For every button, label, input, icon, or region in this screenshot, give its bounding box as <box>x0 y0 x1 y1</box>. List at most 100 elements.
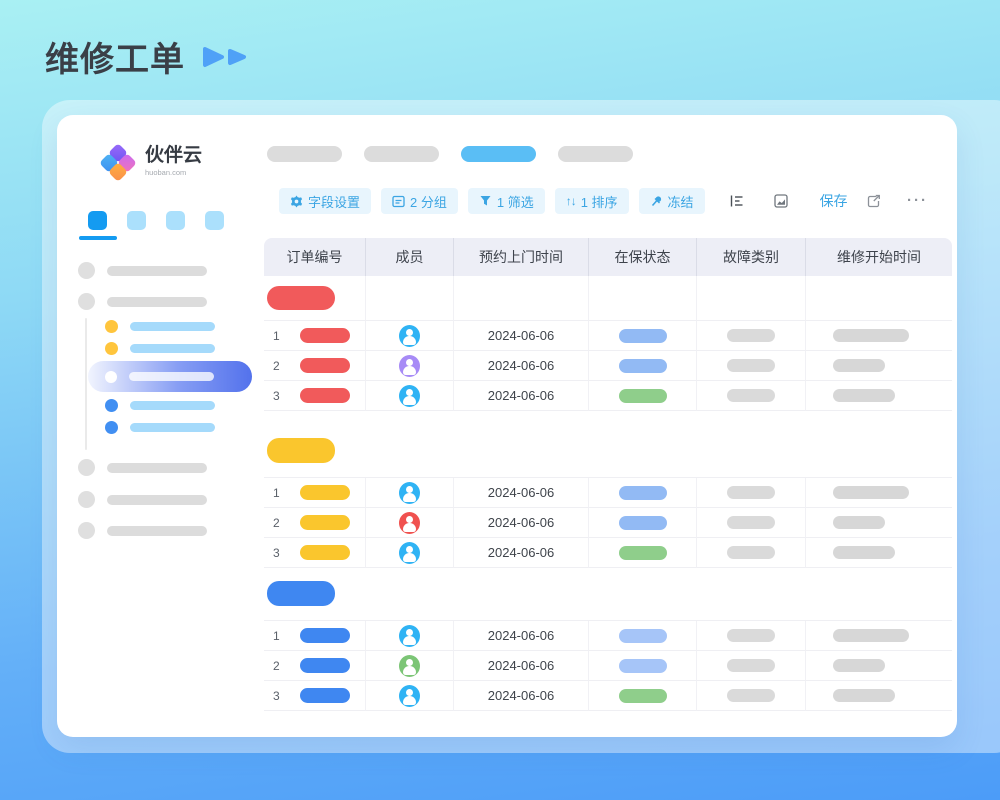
sidebar-tab[interactable] <box>127 211 146 230</box>
member-avatar-person-icon[interactable] <box>399 355 420 377</box>
order-pill[interactable] <box>300 545 350 560</box>
date-cell[interactable]: 2024-06-06 <box>454 538 589 568</box>
sidebar-tab[interactable] <box>166 211 185 230</box>
start-time-cell[interactable] <box>806 351 952 381</box>
date-cell[interactable]: 2024-06-06 <box>454 681 589 711</box>
member-cell[interactable] <box>366 651 454 681</box>
fault-cell[interactable] <box>697 478 806 508</box>
status-cell[interactable] <box>589 321 697 351</box>
column-header[interactable]: 在保状态 <box>589 238 697 276</box>
column-header[interactable]: 预约上门时间 <box>454 238 589 276</box>
status-cell[interactable] <box>589 538 697 568</box>
start-time-cell[interactable] <box>806 681 952 711</box>
fault-cell[interactable] <box>697 508 806 538</box>
member-cell[interactable] <box>366 478 454 508</box>
sidebar-tab-active[interactable] <box>88 211 107 230</box>
sidebar-list-item[interactable] <box>78 262 207 279</box>
order-pill[interactable] <box>300 658 350 673</box>
member-avatar-person-icon[interactable] <box>399 325 420 347</box>
date-cell[interactable]: 2024-06-06 <box>454 508 589 538</box>
order-cell[interactable]: 2 <box>264 351 366 381</box>
share-button[interactable] <box>864 194 883 209</box>
order-pill[interactable] <box>300 485 350 500</box>
chart-button[interactable] <box>772 194 790 208</box>
save-button[interactable]: 保存 <box>820 191 848 211</box>
start-time-cell[interactable] <box>806 381 952 411</box>
date-cell[interactable]: 2024-06-06 <box>454 351 589 381</box>
start-time-cell[interactable] <box>806 651 952 681</box>
filter-button[interactable]: 1 筛选 <box>468 188 545 214</box>
status-cell[interactable] <box>589 651 697 681</box>
order-pill[interactable] <box>300 515 350 530</box>
order-cell[interactable]: 3 <box>264 381 366 411</box>
order-cell[interactable]: 2 <box>264 508 366 538</box>
member-avatar-person-icon[interactable] <box>399 512 420 534</box>
column-header[interactable]: 维修开始时间 <box>806 238 952 276</box>
fault-cell[interactable] <box>697 351 806 381</box>
order-cell[interactable]: 1 <box>264 621 366 651</box>
view-tab-active[interactable] <box>461 146 536 162</box>
group-label-pill[interactable] <box>267 286 335 310</box>
tree-item-selected[interactable] <box>88 361 252 392</box>
member-cell[interactable] <box>366 681 454 711</box>
order-cell[interactable]: 2 <box>264 651 366 681</box>
column-header[interactable]: 订单编号 <box>264 238 366 276</box>
tree-item[interactable] <box>105 399 215 412</box>
start-time-cell[interactable] <box>806 621 952 651</box>
view-tab[interactable] <box>558 146 633 162</box>
member-cell[interactable] <box>366 321 454 351</box>
status-cell[interactable] <box>589 381 697 411</box>
member-cell[interactable] <box>366 351 454 381</box>
start-time-cell[interactable] <box>806 321 952 351</box>
date-cell[interactable]: 2024-06-06 <box>454 381 589 411</box>
member-cell[interactable] <box>366 508 454 538</box>
tree-item[interactable] <box>105 342 215 355</box>
member-cell[interactable] <box>366 381 454 411</box>
date-cell[interactable]: 2024-06-06 <box>454 478 589 508</box>
fault-cell[interactable] <box>697 681 806 711</box>
member-cell[interactable] <box>366 621 454 651</box>
sidebar-list-item[interactable] <box>78 293 207 310</box>
sidebar-list-item[interactable] <box>78 459 207 476</box>
status-cell[interactable] <box>589 621 697 651</box>
status-cell[interactable] <box>589 508 697 538</box>
fault-cell[interactable] <box>697 381 806 411</box>
order-cell[interactable]: 1 <box>264 321 366 351</box>
start-time-cell[interactable] <box>806 508 952 538</box>
order-pill[interactable] <box>300 358 350 373</box>
group-label-pill[interactable] <box>267 438 335 463</box>
member-avatar-person-icon[interactable] <box>399 482 420 504</box>
sidebar-list-item[interactable] <box>78 491 207 508</box>
member-avatar-person-icon[interactable] <box>399 542 420 564</box>
field-settings-button[interactable]: 字段设置 <box>279 188 371 214</box>
order-pill[interactable] <box>300 388 350 403</box>
group-button[interactable]: 2 分组 <box>381 188 458 214</box>
view-tab[interactable] <box>364 146 439 162</box>
status-cell[interactable] <box>589 478 697 508</box>
date-cell[interactable]: 2024-06-06 <box>454 651 589 681</box>
member-cell[interactable] <box>366 538 454 568</box>
order-pill[interactable] <box>300 328 350 343</box>
sidebar-tab[interactable] <box>205 211 224 230</box>
member-avatar-person-icon[interactable] <box>399 625 420 647</box>
fault-cell[interactable] <box>697 621 806 651</box>
order-cell[interactable]: 3 <box>264 538 366 568</box>
tree-item[interactable] <box>105 320 215 333</box>
brand-logo[interactable]: 伙伴云 huoban.com <box>100 145 202 181</box>
column-header[interactable]: 成员 <box>366 238 454 276</box>
fault-cell[interactable] <box>697 651 806 681</box>
tree-item[interactable] <box>105 421 215 434</box>
view-tab[interactable] <box>267 146 342 162</box>
date-cell[interactable]: 2024-06-06 <box>454 621 589 651</box>
row-height-button[interactable] <box>727 194 746 208</box>
freeze-button[interactable]: 冻结 <box>639 188 705 214</box>
more-button[interactable]: ··· <box>905 196 930 206</box>
member-avatar-person-icon[interactable] <box>399 385 420 407</box>
status-cell[interactable] <box>589 681 697 711</box>
sidebar-list-item[interactable] <box>78 522 207 539</box>
start-time-cell[interactable] <box>806 538 952 568</box>
member-avatar-person-icon[interactable] <box>399 685 420 707</box>
fault-cell[interactable] <box>697 321 806 351</box>
order-cell[interactable]: 3 <box>264 681 366 711</box>
member-avatar-person-icon[interactable] <box>399 655 420 677</box>
